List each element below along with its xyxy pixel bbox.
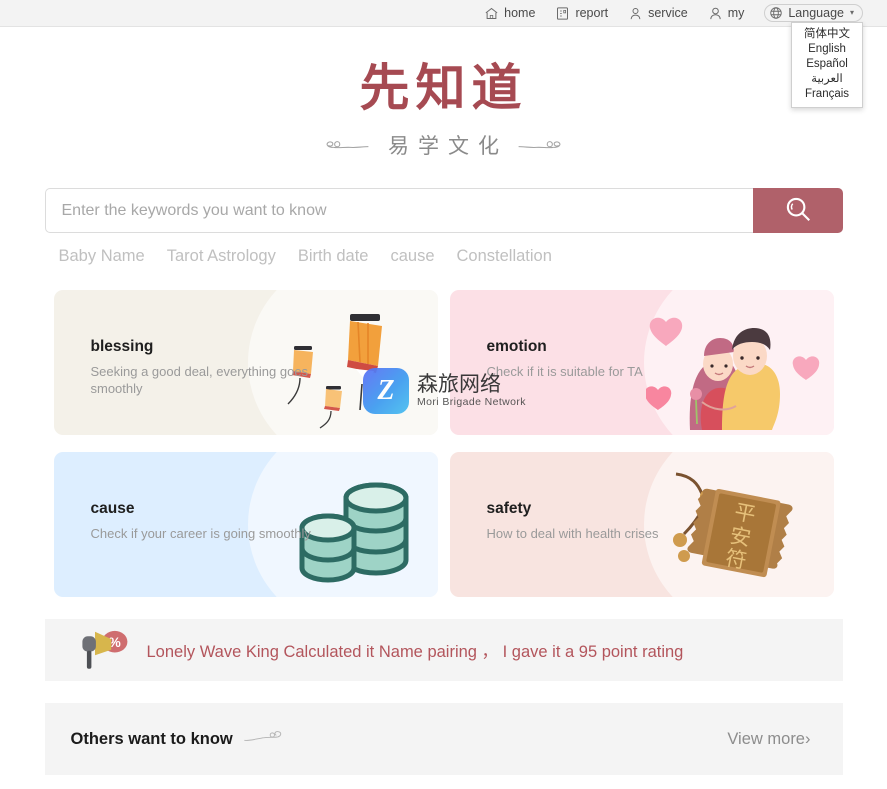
logo-subtitle-row: 易学文化	[0, 130, 887, 160]
view-more-label: View more	[727, 729, 805, 748]
card-emotion[interactable]: emotion Check if it is suitable for TA	[449, 290, 834, 435]
search-input[interactable]	[44, 188, 753, 233]
language-option-ar[interactable]: العربية	[792, 72, 862, 87]
tag-tarot-astrology[interactable]: Tarot Astrology	[167, 247, 276, 266]
view-more-link[interactable]: View more ›	[727, 730, 810, 749]
top-navigation-bar: home report service my Language ▾ 简体中文 E…	[0, 0, 887, 108]
logo-subtitle-text: 易学文化	[388, 134, 508, 158]
nav-item-service-label: service	[648, 6, 688, 20]
logo-main-text: 先知道	[359, 60, 528, 116]
card-emotion-desc: Check if it is suitable for TA	[486, 364, 643, 379]
tag-baby-name[interactable]: Baby Name	[59, 247, 145, 266]
cloud-icon-right	[517, 136, 565, 154]
announcement-text: Lonely Wave King Calculated it Name pair…	[146, 643, 684, 661]
language-option-es[interactable]: Español	[792, 57, 862, 72]
others-want-to-know-section: Others want to know View more ›	[44, 703, 843, 775]
language-option-zh[interactable]: 简体中文	[792, 27, 862, 42]
nav-item-my-label: my	[727, 6, 745, 20]
card-safety[interactable]: 平 安 符 safety How to deal with health cri…	[449, 452, 834, 597]
search-icon	[783, 194, 813, 227]
nav-item-my[interactable]: my	[708, 6, 745, 21]
language-selector-button[interactable]: Language ▾	[764, 4, 863, 22]
card-emotion-title: emotion	[486, 338, 547, 355]
card-blessing[interactable]: blessing Seeking a good deal, everything…	[53, 290, 438, 435]
feature-cards-grid: blessing Seeking a good deal, everything…	[53, 290, 834, 597]
cloud-icon-left	[322, 136, 370, 154]
others-title: Others want to know	[70, 729, 233, 748]
nav-item-home-label: home	[504, 6, 536, 20]
report-icon	[555, 6, 570, 21]
card-cause-desc: Check if your career is going smoothly	[90, 526, 311, 541]
megaphone-percent-icon: %	[77, 626, 131, 675]
card-safety-desc: How to deal with health crises	[486, 526, 659, 541]
card-blessing-title: blessing	[90, 338, 154, 355]
card-cause[interactable]: cause Check if your career is going smoo…	[53, 452, 438, 597]
nav-item-report[interactable]: report	[555, 6, 608, 21]
globe-icon	[769, 6, 783, 20]
nav-item-home[interactable]: home	[484, 6, 535, 21]
site-logo: 先知道 易学文化	[0, 63, 887, 160]
card-cause-title: cause	[90, 500, 135, 517]
card-blessing-desc: Seeking a good deal, everything goes smo…	[90, 364, 309, 396]
tag-cause[interactable]: cause	[390, 247, 434, 266]
search-bar	[44, 188, 843, 233]
svg-text:符: 符	[723, 546, 748, 574]
home-icon	[484, 6, 499, 21]
card-safety-title: safety	[486, 500, 532, 517]
chevron-down-icon: ▾	[849, 8, 854, 17]
nav-item-service[interactable]: service	[628, 6, 688, 21]
language-option-fr[interactable]: Français	[792, 87, 862, 102]
chevron-right-icon: ›	[805, 729, 811, 748]
language-selector-label: Language	[788, 6, 844, 20]
others-header: Others want to know	[71, 729, 283, 750]
user-icon	[708, 6, 723, 21]
language-dropdown-menu[interactable]: 简体中文 English Español العربية Français	[791, 22, 863, 108]
language-option-en[interactable]: English	[792, 42, 862, 57]
search-button[interactable]	[752, 188, 843, 233]
announcement-banner[interactable]: % Lonely Wave King Calculated it Name pa…	[44, 619, 843, 681]
cloud-icon	[243, 729, 283, 750]
search-suggestion-tags: Baby Name Tarot Astrology Birth date cau…	[45, 247, 843, 266]
tag-birth-date[interactable]: Birth date	[298, 247, 369, 266]
tag-constellation[interactable]: Constellation	[457, 247, 552, 266]
service-icon	[628, 6, 643, 21]
nav-item-report-label: report	[575, 6, 609, 20]
